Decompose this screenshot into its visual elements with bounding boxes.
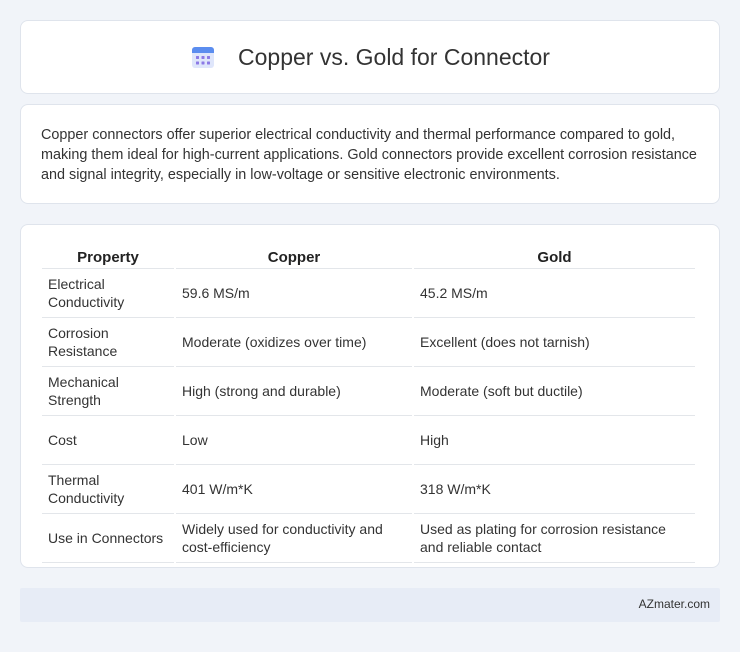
comparison-table: Property Copper Gold Electrical Conducti…	[40, 245, 697, 563]
gold-cell: Used as plating for corrosion resistance…	[414, 514, 695, 563]
gold-cell: Excellent (does not tarnish)	[414, 318, 695, 367]
gold-cell: 318 W/m*K	[414, 465, 695, 514]
table-row: Use in Connectors Widely used for conduc…	[42, 514, 695, 563]
header-gold: Gold	[414, 245, 695, 269]
gold-cell: 45.2 MS/m	[414, 269, 695, 318]
comparison-table-card: Property Copper Gold Electrical Conducti…	[20, 224, 720, 568]
copper-cell: Moderate (oxidizes over time)	[176, 318, 412, 367]
property-cell: Thermal Conductivity	[42, 465, 174, 514]
table-row: Thermal Conductivity 401 W/m*K 318 W/m*K	[42, 465, 695, 514]
footer-bar: AZmater.com	[20, 588, 720, 622]
table-header-row: Property Copper Gold	[42, 245, 695, 269]
property-cell: Cost	[42, 416, 174, 465]
header-property: Property	[42, 245, 174, 269]
footer-brand: AZmater.com	[638, 597, 710, 611]
gold-cell: High	[414, 416, 695, 465]
copper-cell: 401 W/m*K	[176, 465, 412, 514]
header-copper: Copper	[176, 245, 412, 269]
property-cell: Electrical Conductivity	[42, 269, 174, 318]
title-card: Copper vs. Gold for Connector	[20, 20, 720, 94]
property-cell: Use in Connectors	[42, 514, 174, 563]
calendar-icon	[192, 47, 215, 68]
intro-card: Copper connectors offer superior electri…	[20, 104, 720, 204]
gold-cell: Moderate (soft but ductile)	[414, 367, 695, 416]
intro-text: Copper connectors offer superior electri…	[41, 127, 697, 183]
table-row: Mechanical Strength High (strong and dur…	[42, 367, 695, 416]
copper-cell: Low	[176, 416, 412, 465]
property-cell: Corrosion Resistance	[42, 318, 174, 367]
property-cell: Mechanical Strength	[42, 367, 174, 416]
copper-cell: Widely used for conductivity and cost-ef…	[176, 514, 412, 563]
page-title: Copper vs. Gold for Connector	[238, 43, 550, 70]
copper-cell: High (strong and durable)	[176, 367, 412, 416]
copper-cell: 59.6 MS/m	[176, 269, 412, 318]
table-row: Corrosion Resistance Moderate (oxidizes …	[42, 318, 695, 367]
table-row: Cost Low High	[42, 416, 695, 465]
table-row: Electrical Conductivity 59.6 MS/m 45.2 M…	[42, 269, 695, 318]
